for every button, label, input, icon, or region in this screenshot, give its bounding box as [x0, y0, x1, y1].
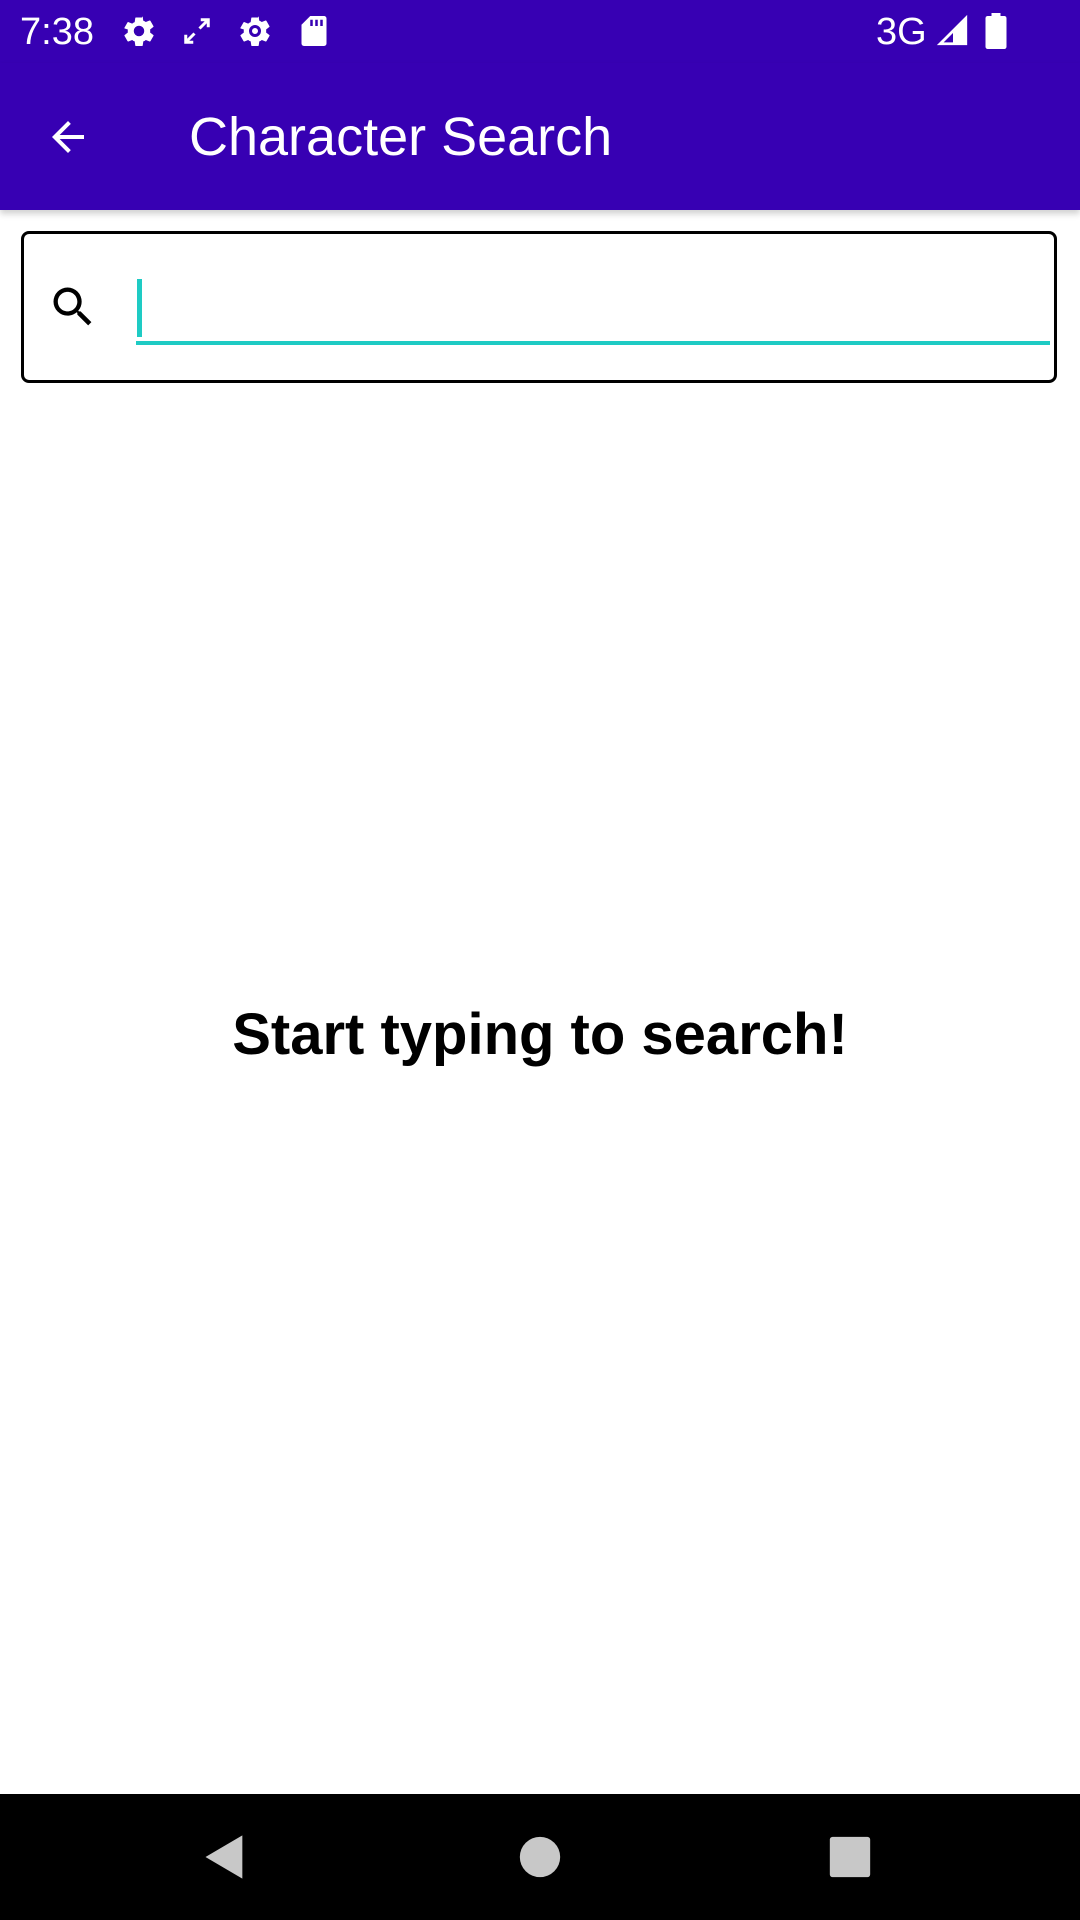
nav-back-button[interactable] — [192, 1824, 258, 1890]
navigation-bar — [0, 1794, 1080, 1920]
nav-recents-button[interactable] — [817, 1824, 883, 1890]
search-underline — [136, 341, 1050, 345]
search-input[interactable] — [136, 274, 1050, 338]
text-cursor — [137, 279, 142, 337]
sd-card-icon — [295, 12, 333, 50]
page-title: Character Search — [189, 107, 613, 167]
screen: 7:38 3G Character Search Start typing to… — [0, 0, 1080, 1920]
settings-icon — [120, 12, 158, 50]
search-icon — [47, 281, 99, 333]
search-box[interactable] — [21, 231, 1057, 383]
network-type: 3G — [876, 11, 927, 53]
back-triangle-icon — [205, 1835, 243, 1879]
empty-state-message: Start typing to search! — [232, 1002, 848, 1067]
signal-icon — [934, 12, 972, 50]
recents-square-icon — [829, 1836, 871, 1878]
battery-icon — [977, 12, 1015, 50]
arrow-back-icon — [52, 121, 84, 153]
home-circle-icon — [519, 1836, 561, 1878]
nav-home-button[interactable] — [507, 1824, 573, 1890]
status-time: 7:38 — [20, 11, 94, 53]
screen-rotate-icon — [178, 12, 216, 50]
settings-outline-icon — [236, 12, 274, 50]
status-bar: 7:38 3G — [0, 0, 1080, 63]
back-button[interactable] — [36, 105, 100, 169]
app-bar: Character Search — [0, 63, 1080, 210]
